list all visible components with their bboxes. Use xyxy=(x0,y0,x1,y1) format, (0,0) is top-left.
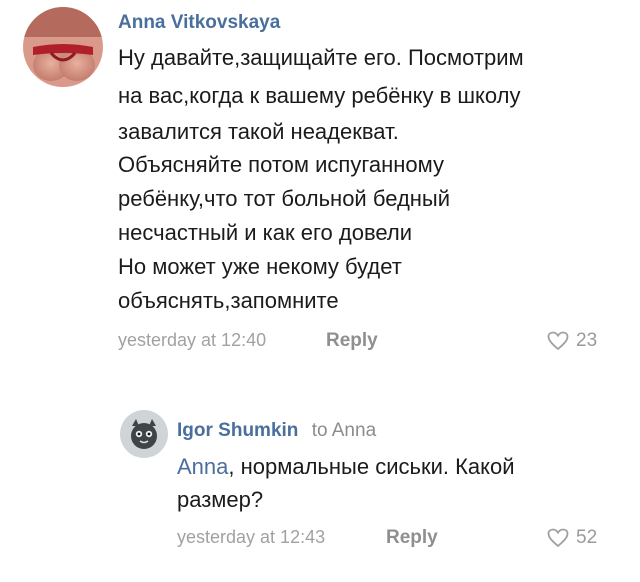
avatar-anna[interactable] xyxy=(23,7,103,87)
comment-text-line: ребёнку,что тот больной бедный xyxy=(118,186,451,211)
reply-author-link[interactable]: Igor Shumkin xyxy=(177,420,298,441)
like-count: 23 xyxy=(576,330,598,351)
avatar-anna-image xyxy=(23,7,103,87)
avatar-igor-image xyxy=(120,410,168,458)
heart-icon xyxy=(547,528,569,548)
comment-text-line: объяснять,запомните xyxy=(118,288,339,313)
comment-text-line: несчастный и как его довели xyxy=(118,220,413,245)
reply-text-rest: , нормальные сиськи. Какой xyxy=(228,454,515,479)
reply-text-line: Anna, нормальные сиськи. Какой xyxy=(177,454,515,480)
comment-text-line: на вас,когда к вашему ребёнку в школу xyxy=(118,83,521,108)
comment-text-line: Объясняйте потом испуганному xyxy=(118,152,445,177)
comment-text-line: завалится такой неадекват. xyxy=(118,119,399,144)
reply-text-line: размер? xyxy=(177,487,264,512)
reply-author-name[interactable]: Igor Shumkin to Anna xyxy=(177,420,376,442)
reply-button[interactable]: Reply xyxy=(386,527,438,549)
like-button[interactable]: 52 xyxy=(547,527,597,549)
comment-text-line: Но может уже некому будет xyxy=(118,254,402,279)
reply-button[interactable]: Reply xyxy=(326,330,378,352)
comment-text-line: Ну давайте,защищайте его. Посмотрим xyxy=(118,45,524,70)
avatar-igor[interactable] xyxy=(120,410,168,458)
heart-icon xyxy=(547,331,569,351)
reply-to-label[interactable]: to Anna xyxy=(312,420,376,441)
mention-link[interactable]: Anna xyxy=(177,454,228,479)
comment-author-name[interactable]: Anna Vitkovskaya xyxy=(118,12,280,34)
reply-timestamp: yesterday at 12:43 xyxy=(177,527,326,547)
like-count: 52 xyxy=(576,527,598,548)
like-button[interactable]: 23 xyxy=(547,330,597,352)
comment-timestamp: yesterday at 12:40 xyxy=(118,330,267,350)
